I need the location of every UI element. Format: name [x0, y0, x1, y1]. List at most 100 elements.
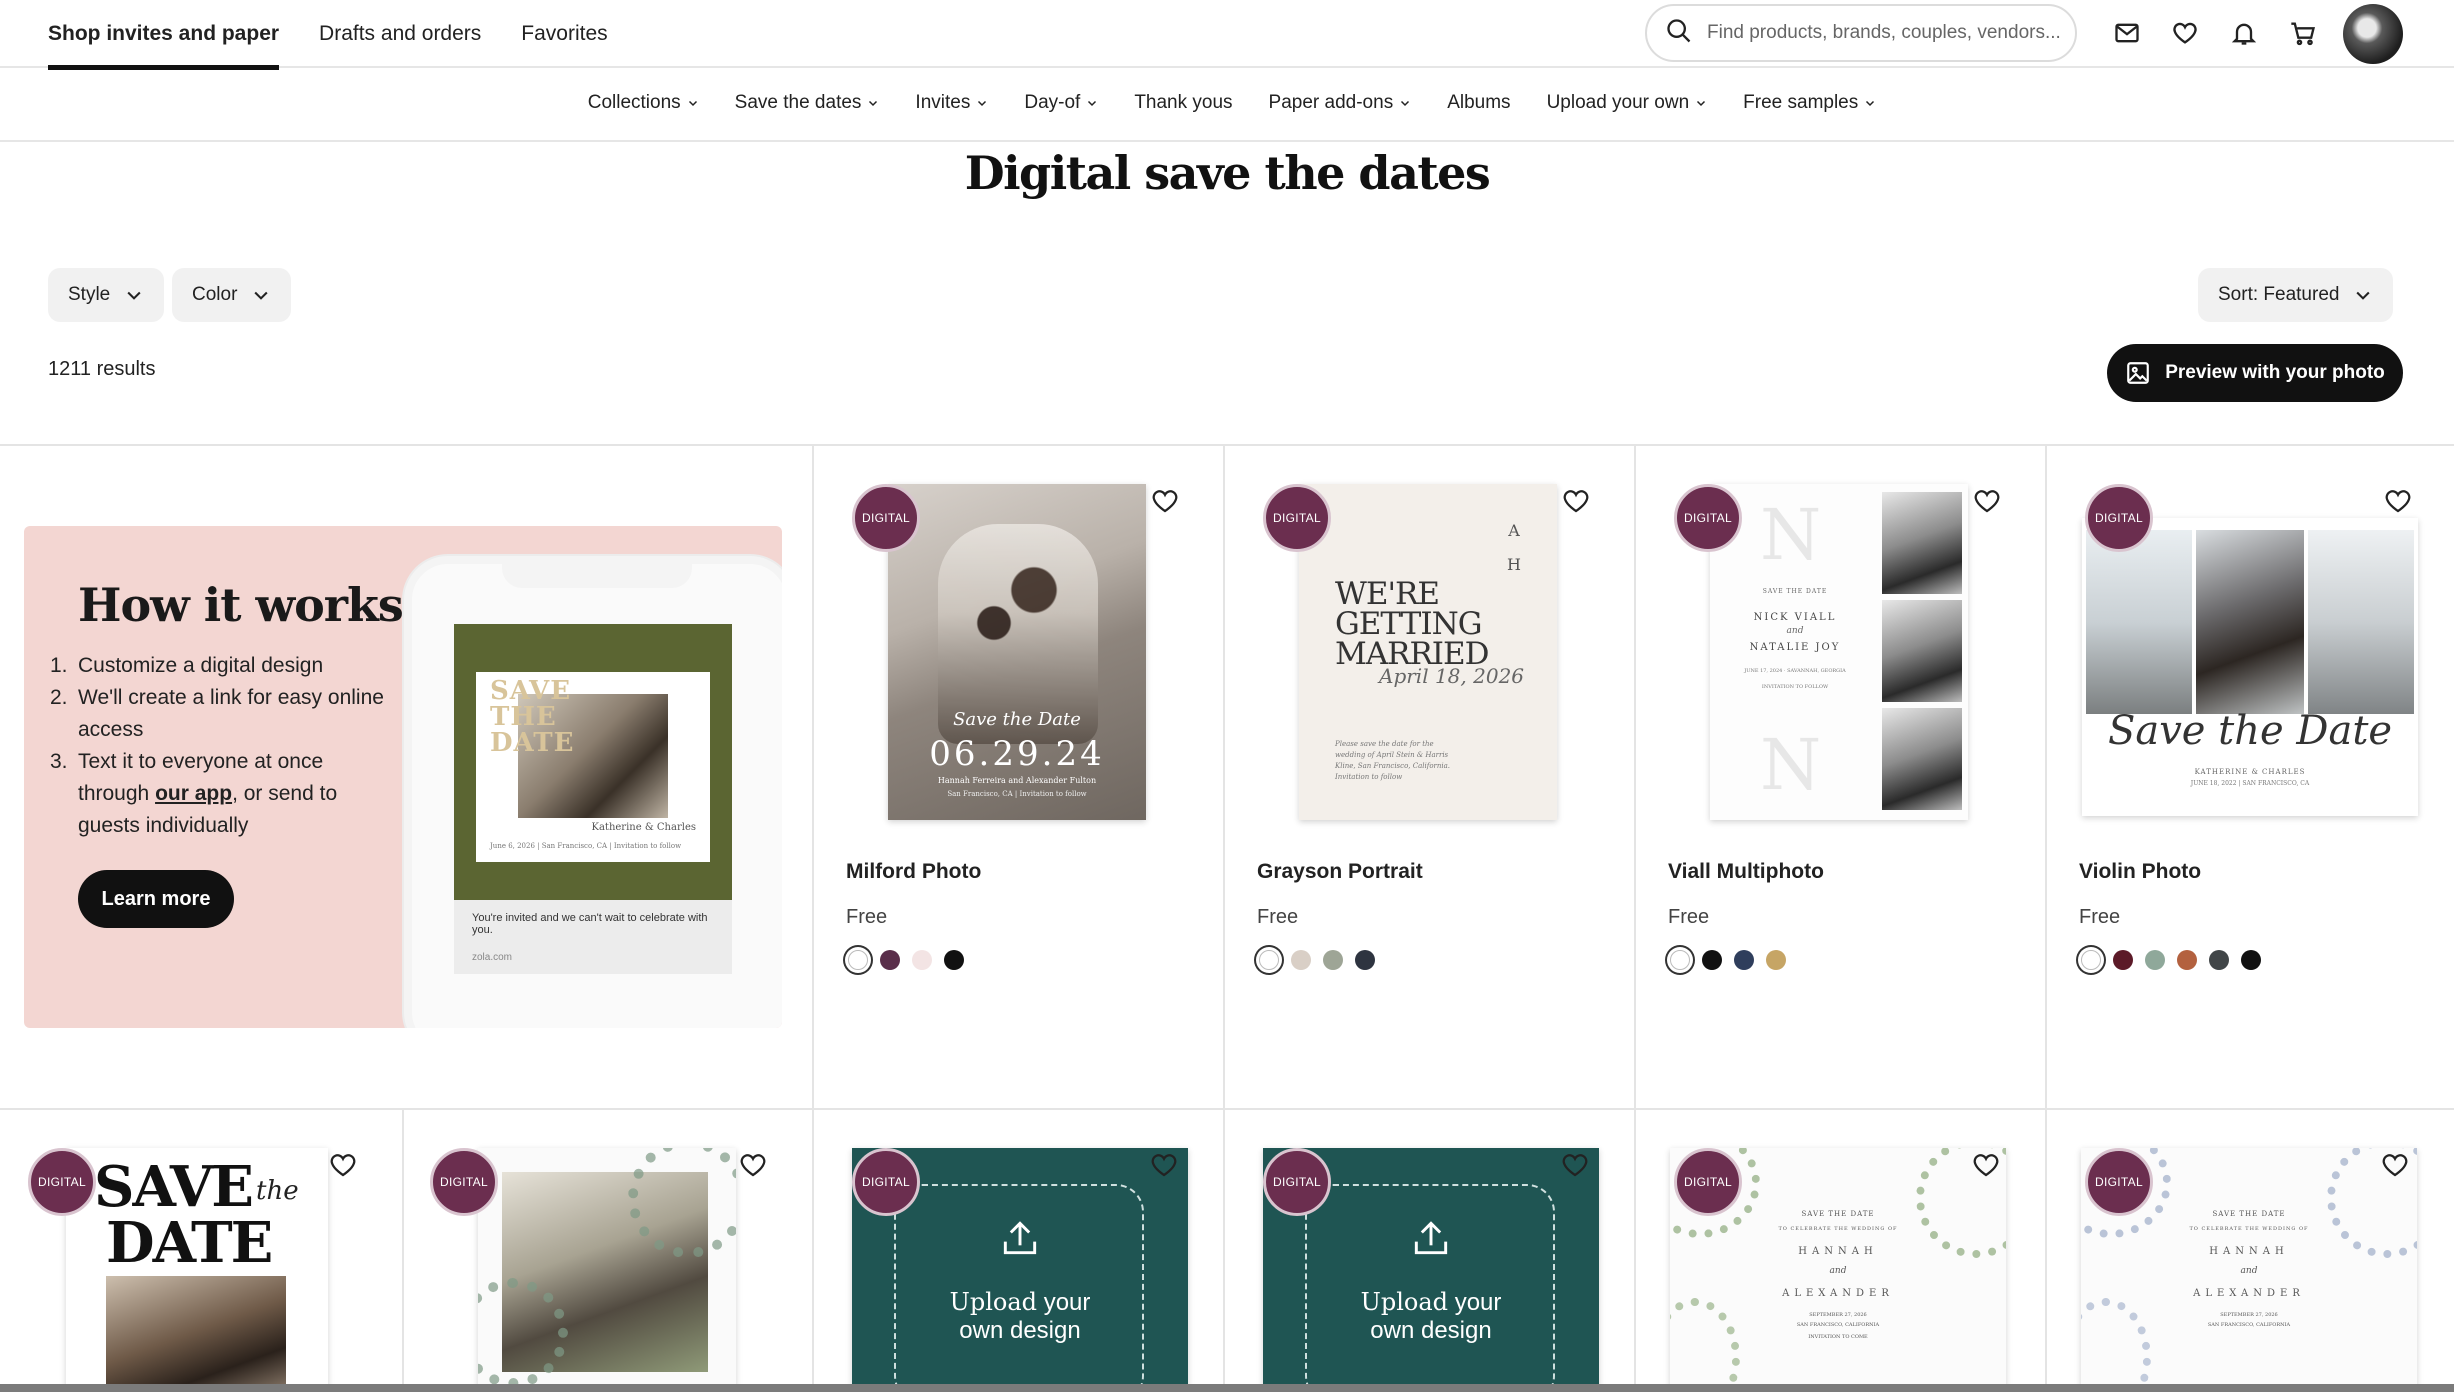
- digital-badge: DIGITAL: [2085, 484, 2153, 552]
- bell-icon[interactable]: [2227, 16, 2261, 50]
- color-filter-label: Color: [192, 284, 238, 305]
- product-card[interactable]: SAVE THE DATE TO CELEBRATE THE WEDDING OF…: [1634, 1110, 2045, 1388]
- color-swatch[interactable]: [2209, 950, 2229, 970]
- digital-badge: DIGITAL: [430, 1148, 498, 1216]
- tab-shop-invites-and-paper[interactable]: Shop invites and paper: [48, 0, 280, 70]
- favorites-heart-icon[interactable]: [2168, 16, 2202, 50]
- category-free-samples[interactable]: Free samples: [1743, 68, 1876, 138]
- heart-icon[interactable]: [1561, 486, 1591, 516]
- user-avatar[interactable]: [2343, 4, 2403, 64]
- search-input[interactable]: [1707, 22, 2067, 44]
- product-card[interactable]: Save the Date 06.29.24 Hannah Ferreira and…: [812, 446, 1223, 1108]
- color-swatch[interactable]: [1291, 950, 1311, 970]
- category-save-the-dates[interactable]: Save the dates: [735, 68, 880, 138]
- card-name-text: ALEXANDER: [2193, 1288, 2305, 1299]
- how-it-works-title: How it works: [78, 578, 404, 632]
- color-swatch[interactable]: [944, 950, 964, 970]
- our-app-link[interactable]: our app: [155, 782, 232, 805]
- category-upload-your-own[interactable]: Upload your own: [1547, 68, 1708, 138]
- color-filter[interactable]: Color: [172, 268, 292, 322]
- style-filter[interactable]: Style: [48, 268, 165, 322]
- heart-icon[interactable]: [328, 1150, 358, 1180]
- color-swatch[interactable]: [880, 950, 900, 970]
- product-card[interactable]: Upload your own design DIGITAL: [812, 1110, 1223, 1388]
- heart-icon[interactable]: [1971, 1150, 2001, 1180]
- preview-with-your-photo-button[interactable]: Preview with your photo: [2107, 344, 2403, 402]
- color-swatch[interactable]: [1702, 950, 1722, 970]
- phone-message: You're invited and we can't wait to cele…: [454, 900, 732, 974]
- product-card[interactable]: A H WE'RE GETTING MARRIED April 18, 2026 Pl…: [1223, 446, 1634, 1108]
- search-icon: [1665, 17, 1707, 50]
- phone-card-headline: SAVE THE DATE: [490, 676, 575, 758]
- category-label: Day-of: [1024, 92, 1081, 113]
- category-label: Save the dates: [734, 92, 862, 113]
- product-name[interactable]: Milford Photo: [846, 860, 981, 884]
- color-swatch[interactable]: [848, 950, 868, 970]
- heart-icon[interactable]: [1560, 1150, 1590, 1180]
- color-swatch[interactable]: [912, 950, 932, 970]
- cart-icon[interactable]: [2286, 16, 2320, 50]
- upload-label-text: own design: [959, 1317, 1081, 1344]
- category-bar: Collections Save the dates Invites Day-of Th…: [0, 68, 2454, 142]
- mail-icon[interactable]: [2110, 16, 2144, 50]
- category-albums[interactable]: Albums: [1447, 68, 1510, 138]
- category-invites[interactable]: Invites: [915, 68, 988, 138]
- product-thumbnail[interactable]: SAVE the DATE: [66, 1148, 328, 1388]
- color-swatch[interactable]: [1355, 950, 1375, 970]
- product-name[interactable]: Grayson Portrait: [1257, 860, 1423, 884]
- category-menu: Collections Save the dates Invites Day-of Th…: [0, 68, 2454, 138]
- category-paper-add-ons[interactable]: Paper add-ons: [1269, 68, 1412, 138]
- how-it-works-panel: How it works 1. Customize a digital desig…: [24, 526, 782, 1028]
- card-name-text: HANNAH: [1798, 1246, 1878, 1257]
- product-price: Free: [1668, 906, 1710, 928]
- heart-icon[interactable]: [1149, 1150, 1179, 1180]
- color-swatch[interactable]: [1323, 950, 1343, 970]
- product-card[interactable]: SAVE THE DATE TO CELEBRATE THE WEDDING OF…: [2045, 1110, 2454, 1388]
- card-name-text: NICK VIALL: [1753, 612, 1837, 623]
- tab-favorites[interactable]: Favorites: [521, 0, 607, 68]
- learn-more-button[interactable]: Learn more: [78, 870, 234, 928]
- card-top-text: SAVE THE DATE: [1762, 588, 1828, 595]
- category-day-of[interactable]: Day-of: [1024, 68, 1098, 138]
- step-text: Text it to everyone at once through our …: [78, 746, 400, 842]
- product-name[interactable]: Violin Photo: [2079, 860, 2201, 884]
- color-swatch[interactable]: [1734, 950, 1754, 970]
- card-monogram: N: [1760, 724, 1822, 806]
- product-card[interactable]: SAVE the DATE DIGITAL: [0, 1110, 402, 1388]
- color-swatch[interactable]: [1766, 950, 1786, 970]
- heart-icon[interactable]: [1972, 486, 2002, 516]
- heart-icon[interactable]: [1150, 486, 1180, 516]
- digital-badge: DIGITAL: [28, 1148, 96, 1216]
- color-swatch[interactable]: [2113, 950, 2133, 970]
- chevron-down-icon: [1697, 100, 1706, 107]
- digital-badge: DIGITAL: [852, 484, 920, 552]
- product-card[interactable]: Save the Date KATHERINE & CHARLES JUNE 18,…: [2045, 446, 2454, 1108]
- product-thumbnail[interactable]: A H WE'RE GETTING MARRIED April 18, 2026 Pl…: [1299, 484, 1557, 820]
- color-swatch[interactable]: [2081, 950, 2101, 970]
- page-title: Digital save the dates: [964, 146, 1491, 200]
- sort-dropdown[interactable]: Sort: Featured: [2198, 268, 2394, 322]
- product-thumbnail[interactable]: [478, 1148, 736, 1388]
- heart-icon[interactable]: [738, 1150, 768, 1180]
- product-thumbnail[interactable]: Save the Date KATHERINE & CHARLES JUNE 18,…: [2082, 518, 2418, 816]
- color-swatch[interactable]: [2241, 950, 2261, 970]
- heart-icon[interactable]: [2380, 1150, 2410, 1180]
- heart-icon[interactable]: [2383, 486, 2413, 516]
- product-name[interactable]: Viall Multiphoto: [1668, 860, 1824, 884]
- color-swatch[interactable]: [1670, 950, 1690, 970]
- card-place-text: SAN FRANCISCO, CALIFORNIA: [2207, 1322, 2291, 1328]
- color-swatch[interactable]: [2177, 950, 2197, 970]
- category-thank-yous[interactable]: Thank yous: [1134, 68, 1232, 138]
- category-collections[interactable]: Collections: [588, 68, 699, 138]
- product-thumbnail[interactable]: Save the Date 06.29.24 Hannah Ferreira and…: [888, 484, 1146, 820]
- product-card[interactable]: Upload your own design DIGITAL: [1223, 1110, 1634, 1388]
- tab-drafts-and-orders[interactable]: Drafts and orders: [319, 0, 481, 68]
- dashed-upload-area: [1305, 1184, 1555, 1388]
- phone-notch: [502, 556, 692, 588]
- product-thumbnail[interactable]: N N SAVE THE DATE NICK VIALL and NATALIE JOY J…: [1710, 484, 1968, 820]
- color-swatch[interactable]: [2145, 950, 2165, 970]
- product-card[interactable]: N N SAVE THE DATE NICK VIALL and NATALIE JOY J…: [1634, 446, 2045, 1108]
- search-box[interactable]: [1645, 4, 2077, 62]
- product-card[interactable]: DIGITAL: [402, 1110, 812, 1388]
- color-swatch[interactable]: [1259, 950, 1279, 970]
